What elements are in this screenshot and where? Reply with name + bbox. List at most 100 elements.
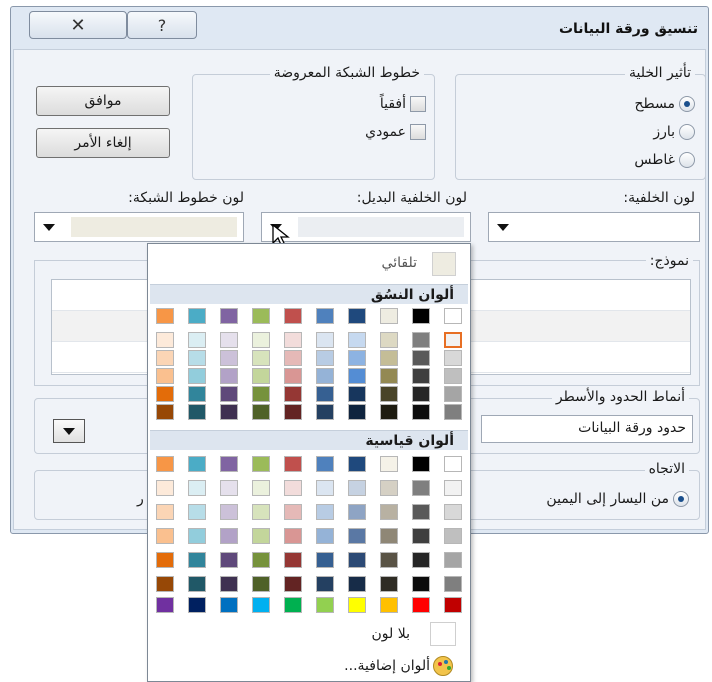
gridline-color-dropdown[interactable] <box>34 212 244 242</box>
color-swatch[interactable] <box>316 350 334 366</box>
color-swatch[interactable] <box>252 552 270 568</box>
checkbox-horizontal[interactable]: أفقياً <box>380 96 426 112</box>
color-swatch[interactable] <box>380 528 398 544</box>
radio-raised-circle[interactable] <box>679 124 695 140</box>
color-swatch[interactable] <box>348 597 366 613</box>
radio-sunken[interactable]: غاطس <box>634 152 695 168</box>
color-swatch[interactable] <box>412 597 430 613</box>
cancel-button[interactable]: إلغاء الأمر <box>36 128 170 158</box>
color-swatch[interactable] <box>316 576 334 592</box>
color-swatch[interactable] <box>284 404 302 420</box>
radio-left-to-right[interactable]: من اليسار إلى اليمين <box>546 491 689 507</box>
color-swatch[interactable] <box>316 552 334 568</box>
close-button[interactable]: ✕ <box>29 11 127 39</box>
color-swatch[interactable] <box>316 368 334 384</box>
color-swatch[interactable] <box>380 597 398 613</box>
color-swatch[interactable] <box>380 504 398 520</box>
color-swatch[interactable] <box>220 368 238 384</box>
color-swatch[interactable] <box>156 504 174 520</box>
color-swatch[interactable] <box>284 528 302 544</box>
color-swatch[interactable] <box>444 404 462 420</box>
color-swatch[interactable] <box>252 404 270 420</box>
color-swatch[interactable] <box>348 456 366 472</box>
automatic-color-option[interactable]: تلقائي <box>148 252 470 280</box>
color-swatch[interactable] <box>348 332 366 348</box>
color-swatch[interactable] <box>412 368 430 384</box>
color-swatch[interactable] <box>380 576 398 592</box>
color-swatch[interactable] <box>220 350 238 366</box>
color-swatch[interactable] <box>156 332 174 348</box>
color-swatch[interactable] <box>348 386 366 402</box>
color-swatch[interactable] <box>412 350 430 366</box>
color-swatch[interactable] <box>316 480 334 496</box>
color-swatch[interactable] <box>444 480 462 496</box>
color-swatch[interactable] <box>412 308 430 324</box>
more-colors-option[interactable]: ألوان إضافية... <box>148 654 470 682</box>
checkbox-vertical[interactable]: عمودي <box>365 124 426 140</box>
color-swatch[interactable] <box>348 368 366 384</box>
color-swatch[interactable] <box>380 404 398 420</box>
color-swatch[interactable] <box>156 480 174 496</box>
color-swatch[interactable] <box>316 504 334 520</box>
color-swatch[interactable] <box>188 386 206 402</box>
radio-sunken-circle[interactable] <box>679 152 695 168</box>
color-swatch[interactable] <box>252 576 270 592</box>
color-swatch[interactable] <box>252 350 270 366</box>
color-swatch[interactable] <box>188 350 206 366</box>
color-swatch[interactable] <box>252 528 270 544</box>
color-swatch[interactable] <box>412 576 430 592</box>
color-swatch[interactable] <box>220 528 238 544</box>
color-swatch[interactable] <box>156 528 174 544</box>
color-swatch[interactable] <box>156 368 174 384</box>
color-swatch[interactable] <box>188 552 206 568</box>
color-swatch[interactable] <box>284 308 302 324</box>
color-swatch[interactable] <box>348 404 366 420</box>
color-swatch[interactable] <box>252 456 270 472</box>
color-swatch[interactable] <box>188 456 206 472</box>
color-swatch[interactable] <box>188 528 206 544</box>
color-swatch[interactable] <box>156 576 174 592</box>
color-swatch[interactable] <box>348 504 366 520</box>
color-swatch[interactable] <box>348 528 366 544</box>
color-swatch[interactable] <box>188 308 206 324</box>
color-swatch[interactable] <box>188 480 206 496</box>
no-color-option[interactable]: بلا لون <box>148 622 470 650</box>
color-swatch[interactable] <box>412 480 430 496</box>
ok-button[interactable]: موافق <box>36 86 170 116</box>
color-swatch[interactable] <box>284 386 302 402</box>
color-swatch[interactable] <box>284 552 302 568</box>
color-swatch[interactable] <box>380 456 398 472</box>
color-swatch[interactable] <box>348 576 366 592</box>
color-swatch[interactable] <box>220 404 238 420</box>
color-swatch[interactable] <box>444 576 462 592</box>
color-swatch[interactable] <box>284 576 302 592</box>
color-swatch[interactable] <box>316 597 334 613</box>
radio-flat-circle[interactable] <box>679 96 695 112</box>
color-swatch[interactable] <box>284 350 302 366</box>
color-swatch[interactable] <box>380 368 398 384</box>
color-swatch[interactable] <box>284 332 302 348</box>
color-swatch[interactable] <box>252 597 270 613</box>
radio-ltr-circle[interactable] <box>673 491 689 507</box>
color-swatch[interactable] <box>412 456 430 472</box>
color-swatch[interactable] <box>348 308 366 324</box>
color-swatch[interactable] <box>156 386 174 402</box>
color-swatch[interactable] <box>284 597 302 613</box>
color-swatch[interactable] <box>188 504 206 520</box>
color-swatch[interactable] <box>252 386 270 402</box>
color-swatch[interactable] <box>284 504 302 520</box>
help-button[interactable]: ? <box>127 11 197 39</box>
color-swatch[interactable] <box>412 404 430 420</box>
background-color-dropdown[interactable] <box>488 212 700 242</box>
color-swatch[interactable] <box>444 528 462 544</box>
color-swatch[interactable] <box>412 528 430 544</box>
color-swatch[interactable] <box>412 552 430 568</box>
color-swatch[interactable] <box>380 332 398 348</box>
color-swatch[interactable] <box>316 308 334 324</box>
color-swatch[interactable] <box>284 368 302 384</box>
color-swatch[interactable] <box>444 368 462 384</box>
color-swatch[interactable] <box>220 504 238 520</box>
color-swatch[interactable] <box>444 350 462 366</box>
color-swatch[interactable] <box>348 350 366 366</box>
color-swatch[interactable] <box>380 480 398 496</box>
